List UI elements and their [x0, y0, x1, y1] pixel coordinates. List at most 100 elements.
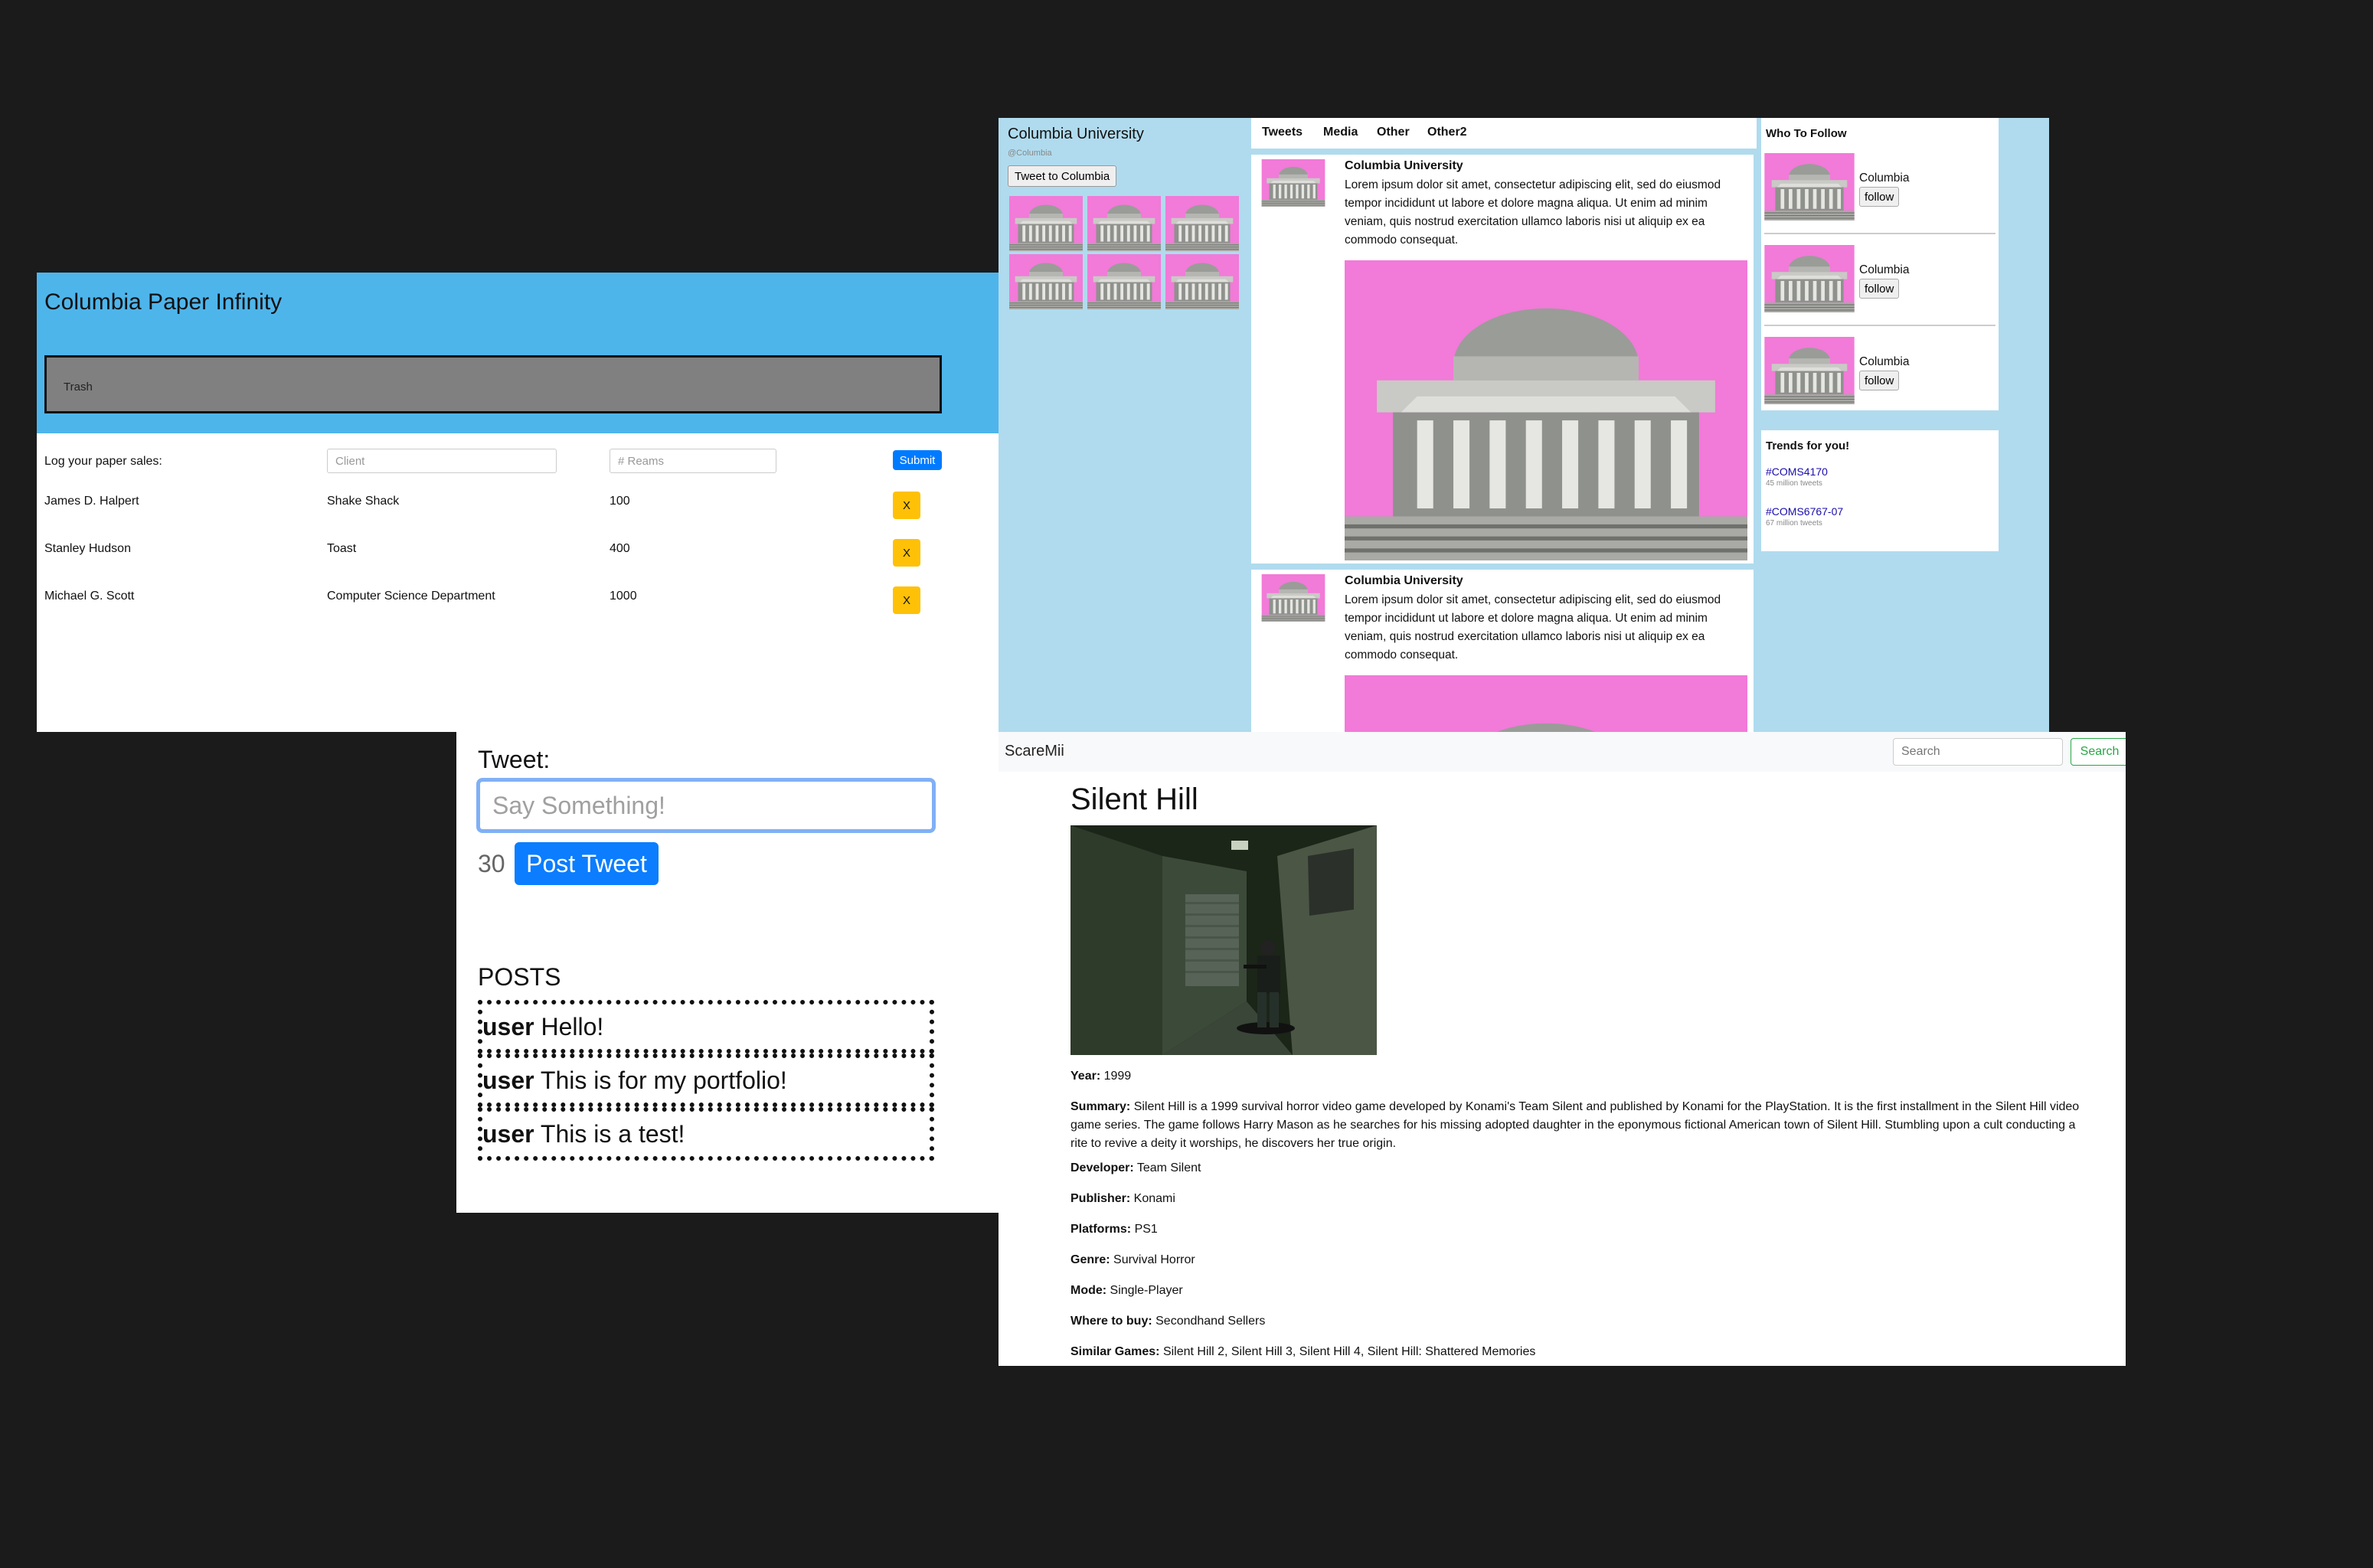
sale-reams: 1000 — [610, 590, 637, 603]
game-field-summary: Summary: Silent Hill is a 1999 survival … — [1070, 1098, 2081, 1153]
table-row: Michael G. Scott Computer Science Depart… — [37, 590, 999, 628]
trend-hashtag[interactable]: #COMS4170 — [1766, 466, 1828, 478]
game-cover-image — [1070, 825, 1377, 1055]
trash-drop-zone[interactable]: Trash — [44, 355, 942, 413]
game-field-genre: Genre: Survival Horror — [1070, 1251, 2081, 1269]
trend-item[interactable]: #COMS4170 45 million tweets — [1766, 466, 1828, 488]
tweet-body: Lorem ipsum dolor sit amet, consectetur … — [1345, 593, 1721, 662]
field-value: Survival Horror — [1110, 1253, 1195, 1266]
trash-label: Trash — [64, 381, 93, 394]
char-counter: 30 — [478, 850, 505, 877]
reams-input[interactable] — [610, 449, 776, 473]
suggestion-name: Columbia — [1859, 172, 1910, 185]
game-field-mode: Mode: Single-Player — [1070, 1282, 2081, 1300]
field-label: Publisher: — [1070, 1192, 1131, 1205]
trends-panel: Trends for you! #COMS4170 45 million twe… — [1761, 430, 1999, 551]
follow-button[interactable]: follow — [1859, 279, 1900, 299]
sale-reams: 400 — [610, 542, 630, 555]
tab-tweets[interactable]: Tweets — [1262, 126, 1303, 139]
tweet-image[interactable] — [1345, 675, 1747, 732]
game-field-platforms: Platforms: PS1 — [1070, 1220, 2081, 1239]
paper-hero-banner: Columbia Paper Infinity Trash — [37, 273, 999, 433]
who-to-follow-title: Who To Follow — [1766, 127, 1847, 140]
twitter-profile-window: Columbia University @Columbia Tweet to C… — [999, 118, 2049, 732]
paper-sales-window: Columbia Paper Infinity Trash Log your p… — [37, 273, 999, 732]
delete-sale-button[interactable]: X — [893, 539, 920, 567]
field-label: Similar Games: — [1070, 1345, 1160, 1358]
game-field-similar-games: Similar Games: Silent Hill 2, Silent Hil… — [1070, 1343, 2081, 1361]
tab-other[interactable]: Other — [1377, 126, 1410, 139]
field-label: Genre: — [1070, 1253, 1110, 1266]
field-value: 1999 — [1100, 1070, 1132, 1083]
field-label: Mode: — [1070, 1284, 1107, 1297]
field-label: Where to buy: — [1070, 1315, 1152, 1328]
photo-thumbnail[interactable] — [1086, 254, 1162, 309]
sale-name: Stanley Hudson — [44, 542, 131, 555]
field-value: PS1 — [1131, 1223, 1158, 1236]
photo-thumbnail[interactable] — [1086, 196, 1162, 251]
photo-thumbnail[interactable] — [1008, 254, 1084, 309]
field-value: Konami — [1130, 1192, 1175, 1205]
field-value: Silent Hill 2, Silent Hill 3, Silent Hil… — [1159, 1345, 1536, 1358]
tweet-body: Lorem ipsum dolor sit amet, consectetur … — [1345, 178, 1721, 247]
feed-tabs: Tweets Media Other Other2 — [1251, 118, 1757, 152]
tweet-feed: Tweets Media Other Other2 Columbia Unive… — [1251, 118, 1757, 732]
page-title: Columbia Paper Infinity — [44, 289, 283, 315]
trend-item[interactable]: #COMS6767-07 67 million tweets — [1766, 505, 1843, 528]
follow-button[interactable]: follow — [1859, 187, 1900, 207]
game-field-developer: Developer: Team Silent — [1070, 1159, 2081, 1178]
field-label: Developer: — [1070, 1161, 1134, 1174]
navbar: ScareMii Search — [999, 732, 2126, 772]
client-input[interactable] — [327, 449, 557, 473]
follow-button[interactable]: follow — [1859, 371, 1900, 390]
photo-thumbnail[interactable] — [1164, 196, 1240, 251]
trend-hashtag[interactable]: #COMS6767-07 — [1766, 505, 1843, 518]
search-button[interactable]: Search — [2071, 738, 2126, 766]
trends-title: Trends for you! — [1766, 439, 1850, 452]
tweet-author: Columbia University — [1345, 574, 1463, 587]
sale-client: Computer Science Department — [327, 590, 495, 603]
post-text: This is for my portfolio! — [534, 1067, 787, 1094]
tweet-avatar[interactable] — [1260, 574, 1326, 622]
list-item: user This is a test! — [478, 1107, 934, 1161]
post-text: Hello! — [534, 1013, 604, 1040]
tweet-avatar[interactable] — [1260, 159, 1326, 207]
suggestion-name: Columbia — [1859, 355, 1910, 368]
search-input[interactable] — [1893, 738, 2063, 766]
sale-client: Toast — [327, 542, 357, 555]
suggestion-name: Columbia — [1859, 263, 1910, 276]
follow-suggestion: Columbia follow — [1764, 337, 1995, 421]
brand-logo[interactable]: ScareMii — [1005, 743, 1064, 760]
divider — [1764, 325, 1995, 326]
delete-sale-button[interactable]: X — [893, 586, 920, 614]
post-tweet-button[interactable]: Post Tweet — [515, 842, 659, 885]
list-item: user Hello! — [478, 1000, 934, 1054]
delete-sale-button[interactable]: X — [893, 492, 920, 519]
tweet-card: Columbia University Lorem ipsum dolor si… — [1251, 155, 1754, 564]
tab-media[interactable]: Media — [1323, 126, 1358, 139]
divider — [1764, 233, 1995, 234]
scaremii-window: ScareMii Search Silent Hill Year: 1999 S… — [999, 732, 2126, 1366]
suggestion-avatar[interactable] — [1764, 245, 1855, 312]
field-label: Summary: — [1070, 1100, 1131, 1113]
sale-name: Michael G. Scott — [44, 590, 135, 603]
tweet-to-button[interactable]: Tweet to Columbia — [1008, 165, 1117, 187]
trend-count: 45 million tweets — [1766, 479, 1822, 488]
suggestion-avatar[interactable] — [1764, 153, 1855, 220]
post-user: user — [482, 1120, 534, 1148]
tweet-image[interactable] — [1345, 260, 1747, 560]
posts-title: POSTS — [478, 963, 561, 991]
tweet-input[interactable] — [476, 778, 936, 833]
submit-button[interactable]: Submit — [893, 450, 942, 470]
sale-reams: 100 — [610, 495, 630, 508]
photo-thumbnail[interactable] — [1008, 196, 1084, 251]
tweet-card: Columbia University Lorem ipsum dolor si… — [1251, 570, 1754, 732]
sale-name: James D. Halpert — [44, 495, 139, 508]
suggestion-avatar[interactable] — [1764, 337, 1855, 404]
tweet-author: Columbia University — [1345, 159, 1463, 172]
field-value: Secondhand Sellers — [1152, 1315, 1266, 1328]
tab-other2[interactable]: Other2 — [1427, 126, 1467, 139]
photo-thumbnail[interactable] — [1164, 254, 1240, 309]
field-value: Silent Hill is a 1999 survival horror vi… — [1070, 1100, 2080, 1150]
field-value: Team Silent — [1133, 1161, 1201, 1174]
